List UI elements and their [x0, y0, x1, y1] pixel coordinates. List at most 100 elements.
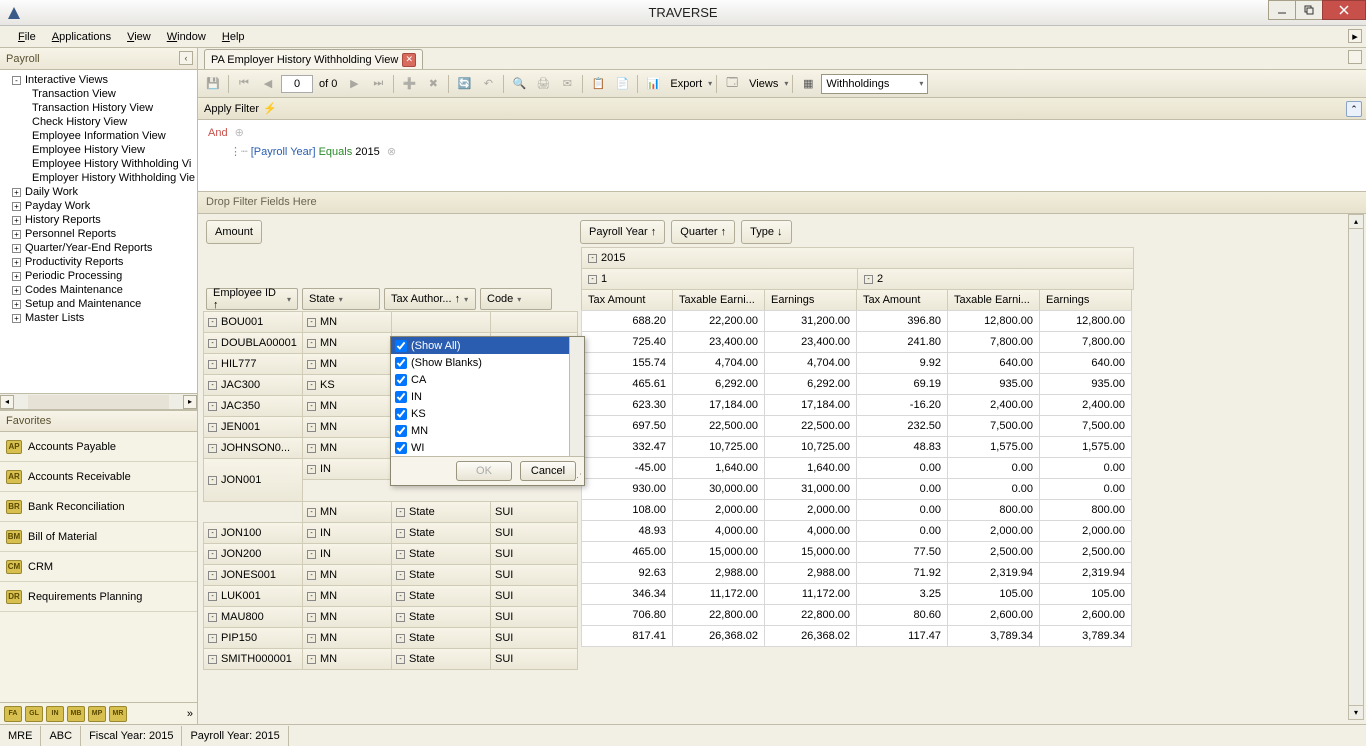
data-cell[interactable]: 2,000.00: [947, 520, 1040, 542]
data-cell[interactable]: 930.00: [581, 478, 673, 500]
row-taxauth[interactable]: -State: [391, 543, 491, 565]
row-emp[interactable]: -PIP150: [203, 627, 303, 649]
data-cell[interactable]: 332.47: [581, 436, 673, 458]
row-state[interactable]: -IN: [302, 543, 392, 565]
data-cell[interactable]: 108.00: [581, 499, 673, 521]
data-cell[interactable]: 0.00: [856, 499, 948, 521]
preview-icon[interactable]: 🔍: [508, 73, 530, 95]
data-cell[interactable]: 232.50: [856, 415, 948, 437]
row-code[interactable]: SUI: [490, 543, 578, 565]
data-cell[interactable]: 31,200.00: [764, 310, 857, 332]
filter-option[interactable]: (Show All): [391, 337, 584, 354]
data-field-amount[interactable]: Amount: [206, 220, 262, 244]
row-emp[interactable]: -JEN001: [203, 416, 303, 438]
data-cell[interactable]: 4,704.00: [764, 352, 857, 374]
row-state[interactable]: -MN: [302, 437, 392, 459]
col-header[interactable]: Earnings: [764, 289, 857, 311]
col-header[interactable]: Taxable Earni...: [672, 289, 765, 311]
row-state[interactable]: -MN: [302, 311, 392, 333]
module-mini-icon[interactable]: GL: [25, 706, 43, 722]
data-cell[interactable]: 396.80: [856, 310, 948, 332]
data-cell[interactable]: 1,640.00: [672, 457, 765, 479]
data-cell[interactable]: 31,000.00: [764, 478, 857, 500]
row-state[interactable]: -MN: [302, 627, 392, 649]
data-cell[interactable]: 12,800.00: [947, 310, 1040, 332]
print-icon[interactable]: 🖨: [532, 73, 554, 95]
data-cell[interactable]: 3,789.34: [947, 625, 1040, 647]
row-code[interactable]: SUI: [490, 501, 578, 523]
data-cell[interactable]: 11,172.00: [672, 583, 765, 605]
data-cell[interactable]: 15,000.00: [764, 541, 857, 563]
row-state[interactable]: -IN: [302, 522, 392, 544]
filter-checkbox[interactable]: [395, 391, 407, 403]
row-state[interactable]: -MN: [302, 564, 392, 586]
menu-window[interactable]: Window: [159, 29, 214, 45]
filter-and[interactable]: And: [208, 127, 228, 139]
data-cell[interactable]: 11,172.00: [764, 583, 857, 605]
tree-node[interactable]: Check History View: [4, 115, 197, 129]
data-cell[interactable]: 346.34: [581, 583, 673, 605]
row-emp[interactable]: -JAC300: [203, 374, 303, 396]
data-cell[interactable]: 0.00: [947, 478, 1040, 500]
data-cell[interactable]: 0.00: [1039, 457, 1132, 479]
data-cell[interactable]: 465.00: [581, 541, 673, 563]
views-icon[interactable]: 🗔: [721, 73, 743, 95]
filter-checkbox[interactable]: [395, 442, 407, 454]
col-header[interactable]: Tax Amount: [856, 289, 948, 311]
filter-option[interactable]: KS: [391, 405, 584, 422]
save-icon[interactable]: 💾: [202, 73, 224, 95]
row-field[interactable]: Tax Author... ↑▾: [384, 288, 476, 310]
tree-node[interactable]: +Productivity Reports: [4, 255, 197, 269]
module-mini-icon[interactable]: IN: [46, 706, 64, 722]
data-cell[interactable]: 26,368.02: [672, 625, 765, 647]
data-cell[interactable]: 0.00: [947, 457, 1040, 479]
data-cell[interactable]: 4,704.00: [672, 352, 765, 374]
data-cell[interactable]: 15,000.00: [672, 541, 765, 563]
row-code[interactable]: SUI: [490, 564, 578, 586]
delete-icon[interactable]: ✖: [422, 73, 444, 95]
copy-icon[interactable]: 📋: [587, 73, 609, 95]
col-header[interactable]: Taxable Earni...: [947, 289, 1040, 311]
tab-overflow[interactable]: [1348, 50, 1362, 64]
popup-cancel-button[interactable]: Cancel: [520, 461, 576, 481]
tab-employer-history[interactable]: PA Employer History Withholding View ✕: [204, 49, 423, 69]
column-field[interactable]: Quarter ↑: [671, 220, 735, 244]
tree-node[interactable]: +History Reports: [4, 213, 197, 227]
tree-hscroll[interactable]: ◂▸: [0, 393, 197, 409]
data-cell[interactable]: 7,500.00: [1039, 415, 1132, 437]
data-cell[interactable]: 688.20: [581, 310, 673, 332]
data-cell[interactable]: 7,800.00: [947, 331, 1040, 353]
add-icon[interactable]: ➕: [398, 73, 420, 95]
row-taxauth[interactable]: -State: [391, 627, 491, 649]
filter-option[interactable]: MN: [391, 422, 584, 439]
row-emp[interactable]: -JON100: [203, 522, 303, 544]
data-cell[interactable]: 22,500.00: [672, 415, 765, 437]
export-dropdown-icon[interactable]: ▾: [708, 79, 712, 88]
data-cell[interactable]: 2,319.94: [947, 562, 1040, 584]
row-taxauth[interactable]: -State: [391, 564, 491, 586]
grid-vscroll[interactable]: ▴▾: [1348, 214, 1364, 720]
layout-icon[interactable]: ▦: [797, 73, 819, 95]
data-cell[interactable]: 697.50: [581, 415, 673, 437]
filter-option[interactable]: (Show Blanks): [391, 354, 584, 371]
popup-ok-button[interactable]: OK: [456, 461, 512, 481]
data-cell[interactable]: 3,789.34: [1039, 625, 1132, 647]
data-cell[interactable]: 3.25: [856, 583, 948, 605]
row-emp[interactable]: -JAC350: [203, 395, 303, 417]
data-cell[interactable]: 2,000.00: [1039, 520, 1132, 542]
menu-view[interactable]: View: [119, 29, 159, 45]
data-cell[interactable]: 800.00: [947, 499, 1040, 521]
tree-node[interactable]: Employee Information View: [4, 129, 197, 143]
data-cell[interactable]: 6,292.00: [764, 373, 857, 395]
menu-applications[interactable]: Applications: [44, 29, 119, 45]
row-emp[interactable]: -JONES001: [203, 564, 303, 586]
prev-page-icon[interactable]: ◀: [257, 73, 279, 95]
collapse-filter-icon[interactable]: ⌃: [1346, 101, 1362, 117]
drop-fields-header[interactable]: Drop Filter Fields Here: [198, 192, 1366, 214]
row-state[interactable]: -MN: [302, 416, 392, 438]
data-cell[interactable]: 26,368.02: [764, 625, 857, 647]
data-cell[interactable]: 71.92: [856, 562, 948, 584]
data-cell[interactable]: 155.74: [581, 352, 673, 374]
data-cell[interactable]: 2,500.00: [1039, 541, 1132, 563]
tree-node[interactable]: +Payday Work: [4, 199, 197, 213]
